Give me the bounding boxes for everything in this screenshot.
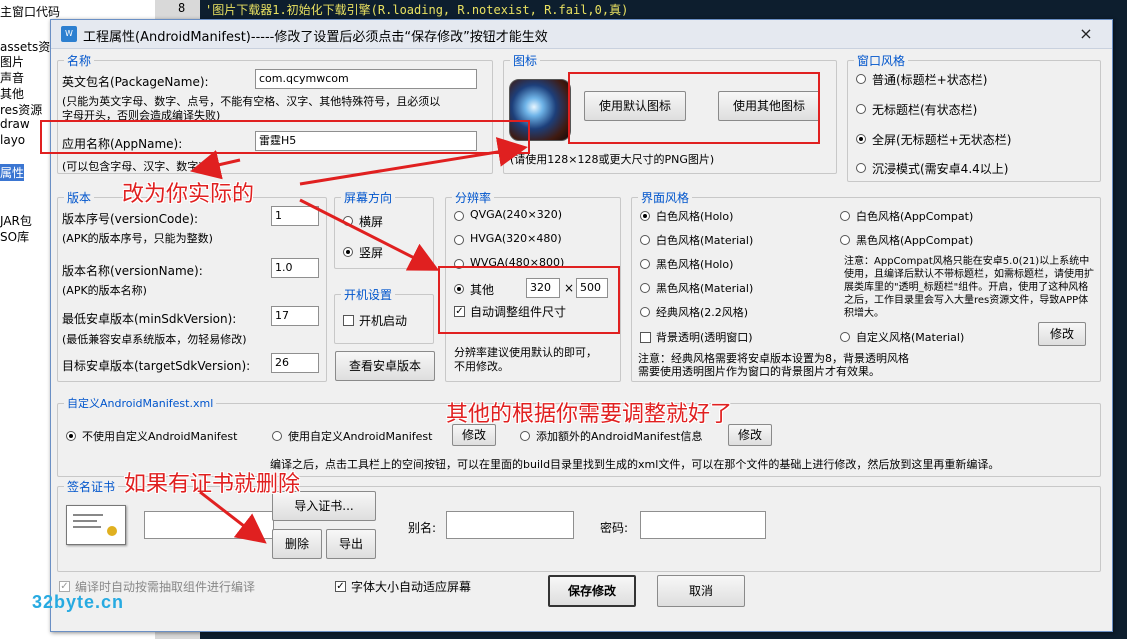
arrow-to-resolution <box>299 198 440 271</box>
arrow-to-delete <box>199 490 267 544</box>
annotation-arrows <box>190 137 528 544</box>
watermark: 32byte.cn <box>32 592 125 612</box>
arrow-to-icon <box>299 137 528 186</box>
arrow-to-app-name <box>190 150 241 180</box>
